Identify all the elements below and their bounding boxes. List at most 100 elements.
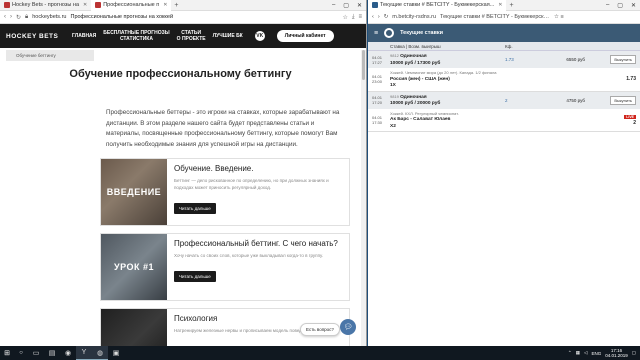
bets-table-header: Ставка | Возм. выигрыш Кф. — [368, 42, 640, 51]
forward-icon[interactable]: › — [10, 14, 12, 20]
close-window-icon[interactable]: ✕ — [357, 2, 362, 9]
chat-prompt[interactable]: Есть вопрос? — [300, 323, 340, 336]
back-icon[interactable]: ‹ — [372, 14, 374, 20]
tab-professional[interactable]: Профессиональные п ✕ — [91, 0, 172, 11]
browser-extensions: ☆ ≡ — [554, 14, 564, 20]
card-title[interactable]: Психология — [174, 314, 342, 323]
header-title: Текущие ставки — [400, 30, 443, 36]
card-text: Беттинг — дело рискованное по определени… — [174, 178, 329, 190]
system-tray: ⌃ ▦ ◁ ENG 17:16 04.01.2019 ▢ — [568, 348, 640, 358]
tab-betcity[interactable]: Текущие ставки # BETCITY - Букмекерская.… — [368, 0, 507, 11]
reload-icon[interactable]: ↻ — [16, 14, 21, 21]
event-info: Хоккей. Чемпионат мира (до 20 лет). Кана… — [390, 70, 497, 88]
cashout-sum: 4750 руб — [566, 97, 585, 103]
nav-item-forecasts[interactable]: БЕСПЛАТНЫЕ ПРОГНОЗЫ СТАТИСТИКА — [103, 30, 169, 42]
task-view-icon[interactable]: ▭ — [28, 346, 44, 360]
close-tab-icon[interactable]: ✕ — [163, 0, 167, 11]
new-tab-icon[interactable]: + — [506, 2, 516, 9]
menu-icon[interactable]: ≡ — [560, 14, 563, 20]
article-card: ВВЕДЕНИЕ Обучение. Введение. Беттинг — д… — [100, 158, 350, 226]
cabinet-button[interactable]: Личный кабинет — [276, 30, 334, 42]
new-tab-icon[interactable]: + — [171, 2, 181, 9]
lock-icon: 🔒︎ — [25, 13, 29, 20]
close-window-icon[interactable]: ✕ — [631, 2, 636, 9]
bet-event-row: 04.01 23:00 Хоккей. Чемпионат мира (до 20… — [368, 68, 640, 91]
windows-start-icon[interactable]: ⊞ — [0, 346, 14, 360]
clock[interactable]: 17:16 04.01.2019 — [605, 348, 628, 358]
bookmark-icon[interactable]: ☆ — [342, 14, 347, 21]
forward-icon[interactable]: › — [378, 14, 380, 20]
card-image[interactable] — [101, 309, 167, 346]
nav-item-best-bk[interactable]: ЛУЧШИЕ БК — [213, 33, 243, 39]
read-more-button[interactable]: Читать дальше — [174, 203, 216, 214]
url-field[interactable]: hockeybets.ru — [32, 14, 66, 20]
notifications-icon[interactable]: ▢ — [632, 350, 636, 356]
tray-arrow-icon[interactable]: ⌃ — [568, 350, 572, 356]
card-image[interactable]: ВВЕДЕНИЕ — [101, 159, 167, 225]
cashout-button[interactable]: Выкупить — [610, 95, 636, 105]
bet-datetime: 04.01 17:27 — [372, 54, 383, 65]
event-datetime: 04.01 23:00 — [372, 74, 383, 85]
close-tab-icon[interactable]: ✕ — [498, 0, 502, 11]
bet-coef: 2 — [505, 97, 508, 103]
card-title[interactable]: Профессиональный беттинг. С чего начать? — [174, 239, 342, 248]
scrollbar-thumb[interactable] — [362, 50, 365, 80]
hamburger-icon[interactable]: ≡ — [374, 30, 378, 37]
bet-datetime: 04.01 17:20 — [372, 95, 383, 105]
bet-item: 04.01 17:27 9812 Одиночная 10000 руб / 17… — [368, 51, 640, 92]
bet-main: 9819 Одиночная 10000 руб / 20000 руб — [390, 93, 441, 107]
explorer-icon[interactable]: ▤ — [44, 346, 60, 360]
language-indicator[interactable]: ENG — [591, 351, 601, 356]
maximize-icon[interactable]: ▢ — [617, 2, 623, 9]
breadcrumb[interactable]: Обучение беттингу — [6, 50, 94, 61]
minimize-icon[interactable]: – — [332, 2, 335, 9]
favicon-icon — [4, 2, 10, 8]
card-image[interactable]: УРОК #1 — [101, 234, 167, 300]
chrome-icon[interactable]: ◉ — [60, 346, 76, 360]
card-title[interactable]: Обучение. Введение. — [174, 164, 342, 173]
nav-item-articles[interactable]: СТАТЬИ О ПРОЕКТЕ — [177, 30, 206, 42]
minimize-icon[interactable]: – — [606, 2, 609, 9]
cashout-button[interactable]: Выкупить — [610, 55, 636, 64]
page-title: Обучение профессиональному беттингу — [69, 68, 292, 80]
betcity-logo-icon[interactable] — [384, 28, 395, 38]
download-icon[interactable]: ⤓ — [352, 14, 355, 21]
browser-window-icon[interactable]: ◍ — [92, 346, 108, 360]
page-scrollbar[interactable] — [361, 50, 366, 346]
event-coef-wrap: LIVE 2 — [622, 114, 636, 126]
left-tabbar: Hockey Bets - прогнозы на ✕ Профессионал… — [0, 0, 366, 11]
right-tabbar: Текущие ставки # BETCITY - Букмекерская.… — [368, 0, 640, 11]
nav-item-home[interactable]: ГЛАВНАЯ — [72, 33, 96, 39]
site-logo[interactable]: HOCKEY BETS — [6, 33, 66, 40]
vk-icon[interactable]: VK — [254, 31, 265, 41]
close-tab-icon[interactable]: ✕ — [83, 0, 87, 11]
search-icon[interactable]: ○ — [14, 350, 28, 356]
window-controls: – ▢ ✕ — [332, 2, 366, 9]
bet-item: 04.01 17:20 9819 Одиночная 10000 руб / 20… — [368, 91, 640, 132]
chat-icon[interactable]: 💬︎ — [340, 319, 356, 335]
taskbar: ⊞ ○ ▭ ▤ ◉ Y ◍ ▣ ⌃ ▦ ◁ ENG 17:16 04.01.201… — [0, 346, 640, 360]
cashout-sum: 6550 руб — [566, 57, 585, 62]
url-field[interactable]: m.betcity-rsdns.ru — [392, 14, 436, 20]
read-more-button[interactable]: Читать дальше — [174, 271, 216, 282]
page-content: Обучение беттингу Обучение профессиональ… — [0, 48, 366, 346]
app-icon[interactable]: ▣ — [108, 346, 124, 360]
right-browser-window: Текущие ставки # BETCITY - Букмекерская.… — [368, 0, 640, 346]
card-image-label: ВВЕДЕНИЕ — [106, 187, 162, 197]
network-icon[interactable]: ▦ — [576, 350, 580, 356]
column-coef: Кф. — [505, 43, 513, 49]
maximize-icon[interactable]: ▢ — [343, 2, 349, 9]
event-coef: 2 — [633, 119, 636, 126]
reload-icon[interactable]: ↻ — [384, 14, 389, 20]
bet-summary-row[interactable]: 04.01 17:27 9812 Одиночная 10000 руб / 17… — [368, 51, 640, 68]
bookmark-icon[interactable]: ☆ — [554, 14, 559, 20]
back-icon[interactable]: ‹ — [4, 14, 6, 20]
tab-hockeybets[interactable]: Hockey Bets - прогнозы на ✕ — [0, 0, 91, 11]
menu-icon[interactable]: ≡ — [358, 14, 362, 21]
event-coef: 1.73 — [626, 76, 636, 83]
event-datetime: 04.01 17:30 — [372, 114, 383, 125]
bet-summary-row[interactable]: 04.01 17:20 9819 Одиночная 10000 руб / 20… — [368, 91, 640, 109]
bet-event-row: 04.01 17:30 Хоккей. КХЛ. Регулярный чемпи… — [368, 109, 640, 132]
volume-icon[interactable]: ◁ — [584, 350, 587, 356]
yandex-browser-icon[interactable]: Y — [76, 346, 92, 360]
